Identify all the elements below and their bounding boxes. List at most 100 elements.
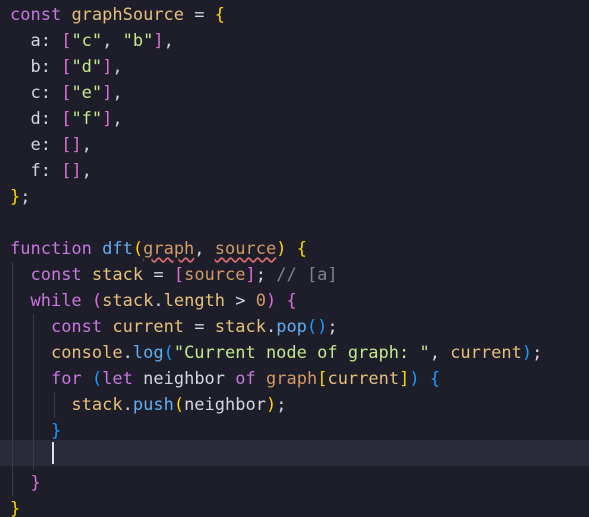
- code-line[interactable]: }: [10, 496, 20, 517]
- code-token: ): [521, 343, 533, 363]
- code-token: {: [286, 291, 297, 311]
- code-token: .: [122, 395, 133, 415]
- code-editor[interactable]: const graphSource = { a: ["c", "b"], b: …: [0, 0, 589, 517]
- code-token: push: [132, 395, 174, 415]
- code-token: ]: [102, 57, 113, 77]
- code-line[interactable]: const stack = [source]; // [a]: [10, 262, 338, 288]
- code-token: ,: [194, 239, 215, 259]
- code-token: pop: [276, 317, 307, 337]
- code-token: neighbor: [184, 395, 266, 415]
- code-token: const: [50, 317, 103, 337]
- code-token: {: [429, 369, 441, 389]
- code-token: =: [184, 5, 215, 25]
- code-token: ): [265, 395, 277, 415]
- code-token: =: [184, 317, 215, 337]
- code-token: ,: [81, 161, 92, 181]
- code-line[interactable]: const current = stack.pop();: [10, 314, 338, 340]
- code-token: stack: [214, 317, 266, 337]
- code-token: graphSource: [71, 5, 185, 25]
- text-cursor: [52, 442, 54, 464]
- code-token: ): [409, 369, 420, 389]
- code-line[interactable]: stack.push(neighbor);: [10, 392, 286, 418]
- code-token: ,: [112, 83, 123, 103]
- code-token: []: [61, 161, 82, 181]
- code-line[interactable]: };: [10, 184, 31, 210]
- current-line-highlight: [0, 440, 589, 466]
- code-token: {: [214, 5, 225, 25]
- code-token: [: [61, 83, 72, 103]
- code-token: 0: [255, 291, 266, 311]
- code-token: b:: [10, 57, 62, 77]
- code-token: a:: [10, 31, 62, 51]
- code-token: stack: [91, 265, 144, 285]
- code-token: current: [450, 343, 522, 363]
- code-line[interactable]: b: ["d"],: [10, 54, 122, 80]
- code-token: ,: [102, 31, 123, 51]
- code-token: (: [173, 395, 185, 415]
- code-line[interactable]: for (let neighbor of graph[current]) {: [10, 366, 440, 392]
- code-token: ]: [245, 265, 256, 285]
- code-token: graph: [143, 239, 195, 259]
- code-token: let: [102, 369, 133, 389]
- code-token: [: [61, 31, 72, 51]
- code-token: ;: [255, 265, 277, 285]
- code-token: source: [184, 265, 246, 285]
- code-token: }: [50, 421, 62, 441]
- code-token: }: [10, 187, 21, 207]
- code-token: current: [327, 369, 400, 389]
- code-token: "f": [71, 109, 103, 129]
- code-token: e:: [10, 135, 62, 155]
- code-token: dft: [102, 239, 133, 259]
- code-line[interactable]: f: [],: [10, 158, 92, 184]
- code-line[interactable]: console.log("Current node of graph: ", c…: [10, 340, 542, 366]
- code-token: (: [91, 291, 103, 311]
- code-token: ): [266, 291, 277, 311]
- code-token: // [a]: [276, 265, 338, 285]
- code-token: current: [112, 317, 185, 337]
- code-token: ]: [153, 31, 164, 51]
- code-token: "c": [71, 31, 103, 51]
- code-line[interactable]: a: ["c", "b"],: [10, 28, 173, 54]
- code-token: ]: [102, 109, 113, 129]
- code-token: .: [122, 343, 133, 363]
- code-token: (: [132, 239, 144, 259]
- code-token: .: [153, 291, 164, 311]
- code-line[interactable]: while (stack.length > 0) {: [10, 288, 297, 314]
- code-line[interactable]: const graphSource = {: [10, 2, 225, 28]
- code-token: log: [132, 343, 164, 363]
- code-token: source: [214, 239, 277, 259]
- code-line[interactable]: e: [],: [10, 132, 92, 158]
- code-line[interactable]: d: ["f"],: [10, 106, 122, 132]
- code-token: [: [317, 369, 328, 389]
- code-token: neighbor: [143, 369, 226, 389]
- code-token: ): [276, 239, 287, 259]
- code-token: ;: [276, 395, 287, 415]
- code-line[interactable]: }: [10, 418, 61, 444]
- code-token: ,: [81, 135, 92, 155]
- code-line[interactable]: function dft(graph, source) {: [10, 236, 307, 262]
- code-line[interactable]: }: [10, 470, 40, 496]
- code-token: of: [235, 369, 256, 389]
- code-token: [: [173, 265, 185, 285]
- code-token: [: [61, 109, 72, 129]
- code-token: stack: [71, 395, 123, 415]
- code-token: const: [30, 265, 82, 285]
- code-token: ;: [327, 317, 338, 337]
- code-token: ]: [102, 83, 113, 103]
- code-line[interactable]: c: ["e"],: [10, 80, 123, 106]
- code-token: length: [163, 291, 226, 311]
- code-token: (: [163, 343, 174, 363]
